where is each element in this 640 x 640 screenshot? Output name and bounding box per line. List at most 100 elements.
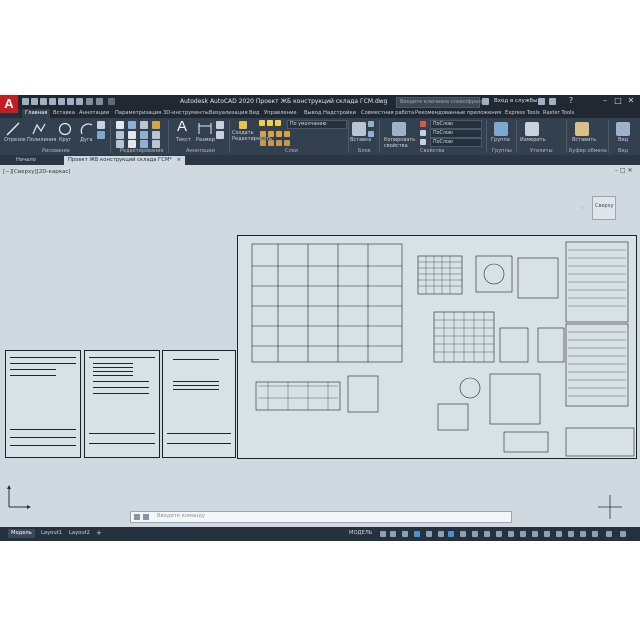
open-web-icon[interactable] bbox=[58, 98, 65, 105]
layer-tool-icon[interactable] bbox=[260, 140, 266, 146]
object-snap-tracking-icon[interactable] bbox=[438, 531, 444, 537]
text-icon[interactable]: A bbox=[177, 118, 187, 135]
leader-icon[interactable] bbox=[216, 121, 224, 129]
autocad-logo[interactable]: A bbox=[0, 95, 18, 113]
panel-annotation[interactable]: Аннотации bbox=[186, 148, 215, 154]
copy-icon[interactable] bbox=[116, 131, 124, 139]
new-file-icon[interactable] bbox=[22, 98, 29, 105]
customization-icon[interactable] bbox=[606, 531, 612, 537]
tab-manage[interactable]: Управление bbox=[261, 109, 300, 118]
color-dropdown[interactable]: ПоСлою bbox=[430, 120, 482, 129]
tab-express-tools[interactable]: Express Tools bbox=[502, 109, 543, 118]
tab-annotate[interactable]: Аннотации bbox=[76, 109, 112, 118]
layer-properties-icon[interactable] bbox=[239, 121, 247, 129]
base-view-icon[interactable] bbox=[616, 122, 630, 136]
command-close-icon[interactable] bbox=[134, 514, 140, 520]
layer-tool-icon[interactable] bbox=[276, 131, 282, 137]
open-file-icon[interactable] bbox=[31, 98, 38, 105]
tab-collaborate[interactable]: Совместная работа bbox=[358, 109, 417, 118]
redo-icon[interactable] bbox=[96, 98, 103, 105]
scale-icon[interactable] bbox=[128, 140, 136, 148]
help-button[interactable]: ? bbox=[566, 96, 576, 106]
annotation-visibility-icon[interactable] bbox=[508, 531, 514, 537]
tab-parametric[interactable]: Параметризация bbox=[112, 109, 164, 118]
tab-document[interactable]: Проект ЖБ конструкций склада ГСМ* × bbox=[64, 156, 185, 165]
ortho-icon[interactable] bbox=[402, 531, 408, 537]
signin-button[interactable]: Вход в службы bbox=[494, 98, 537, 104]
panel-layers[interactable]: Слои bbox=[285, 148, 298, 154]
lineweight-icon[interactable] bbox=[420, 130, 426, 136]
tab-layout1[interactable]: Layout1 bbox=[38, 529, 65, 538]
layer-tool-icon[interactable] bbox=[268, 140, 274, 146]
tab-addins[interactable]: Надстройки bbox=[320, 109, 359, 118]
viewport-controls[interactable]: [−][Сверху][2D-каркас] bbox=[3, 169, 71, 175]
menu-icon[interactable] bbox=[620, 531, 626, 537]
annotation-monitor-icon[interactable] bbox=[532, 531, 538, 537]
panel-draw[interactable]: Рисование bbox=[42, 148, 70, 154]
layer-on-icon[interactable] bbox=[259, 120, 265, 126]
gear-icon[interactable] bbox=[556, 531, 562, 537]
drawing-canvas[interactable]: [−][Сверху][2D-каркас] – □ ✕ Сверху ◦ Вв… bbox=[0, 165, 640, 527]
viewcube-compass-icon[interactable]: ◦ bbox=[581, 205, 585, 212]
save-web-icon[interactable] bbox=[67, 98, 74, 105]
panel-groups[interactable]: Группы bbox=[492, 148, 512, 154]
panel-properties[interactable]: Свойства bbox=[420, 148, 444, 154]
drawing-sheet-1[interactable] bbox=[5, 350, 81, 458]
dimension-icon[interactable] bbox=[198, 122, 212, 136]
layer-dropdown[interactable]: По умолчанию bbox=[287, 120, 347, 129]
table-icon[interactable] bbox=[216, 131, 224, 139]
restore-button[interactable]: □ bbox=[613, 96, 623, 106]
drawing-sheet-2[interactable] bbox=[84, 350, 160, 458]
grid-icon[interactable] bbox=[380, 531, 386, 537]
color-icon[interactable] bbox=[420, 121, 426, 127]
layer-tool-icon[interactable] bbox=[260, 131, 266, 137]
arc-icon[interactable] bbox=[80, 122, 94, 136]
tab-model[interactable]: Модель bbox=[8, 529, 35, 538]
viewport-window-controls[interactable]: – □ ✕ bbox=[615, 167, 633, 174]
edit-block-icon[interactable] bbox=[368, 131, 374, 137]
array-icon[interactable] bbox=[140, 140, 148, 148]
tab-start[interactable]: Начало bbox=[12, 156, 40, 165]
tab-visualize[interactable]: Визуализация bbox=[206, 109, 251, 118]
share-icon[interactable] bbox=[108, 98, 115, 105]
layer-tool-icon[interactable] bbox=[276, 140, 282, 146]
hatch-icon[interactable] bbox=[97, 131, 105, 139]
annotation-scale-icon[interactable] bbox=[496, 531, 502, 537]
undo-icon[interactable] bbox=[86, 98, 93, 105]
rotate-icon[interactable] bbox=[128, 121, 136, 129]
insert-block-icon[interactable] bbox=[352, 122, 366, 136]
erase-icon[interactable] bbox=[152, 121, 160, 129]
tab-layout2[interactable]: Layout2 bbox=[66, 529, 93, 538]
save-as-icon[interactable] bbox=[49, 98, 56, 105]
save-icon[interactable] bbox=[40, 98, 47, 105]
panel-modify[interactable]: Редактирование bbox=[120, 148, 164, 154]
polyline-icon[interactable] bbox=[32, 122, 46, 136]
new-layout-button[interactable]: + bbox=[93, 529, 105, 538]
isolate-objects-icon[interactable] bbox=[568, 531, 574, 537]
clean-screen-icon[interactable] bbox=[592, 531, 598, 537]
new-tab-button[interactable]: + bbox=[176, 156, 190, 165]
tab-home[interactable]: Главная bbox=[22, 109, 51, 118]
exchange-icon[interactable] bbox=[538, 98, 545, 105]
layer-tool-icon[interactable] bbox=[284, 140, 290, 146]
tab-3d-tools[interactable]: 3D-инструменты bbox=[160, 109, 212, 118]
lineweight-dropdown[interactable]: ПоСлою bbox=[430, 129, 482, 138]
transparency-icon[interactable] bbox=[472, 531, 478, 537]
workspace-icon[interactable] bbox=[520, 531, 526, 537]
group-icon[interactable] bbox=[494, 122, 508, 136]
layer-lock-icon[interactable] bbox=[275, 120, 281, 126]
linetype-dropdown[interactable]: ПоСлою bbox=[430, 138, 482, 147]
trim-icon[interactable] bbox=[140, 121, 148, 129]
lineweight-toggle-icon[interactable] bbox=[460, 531, 466, 537]
fillet-icon[interactable] bbox=[140, 131, 148, 139]
tab-featured-apps[interactable]: Рекомендованные приложения bbox=[412, 109, 504, 118]
snap-icon[interactable] bbox=[390, 531, 396, 537]
layer-tool-icon[interactable] bbox=[268, 131, 274, 137]
move-icon[interactable] bbox=[116, 121, 124, 129]
search-icon[interactable] bbox=[482, 98, 489, 105]
model-space-toggle[interactable]: МОДЕЛЬ bbox=[346, 529, 375, 538]
match-properties-icon[interactable] bbox=[392, 122, 406, 136]
units-icon[interactable] bbox=[544, 531, 550, 537]
line-icon[interactable] bbox=[6, 122, 20, 136]
panel-view[interactable]: Вид bbox=[618, 148, 628, 154]
